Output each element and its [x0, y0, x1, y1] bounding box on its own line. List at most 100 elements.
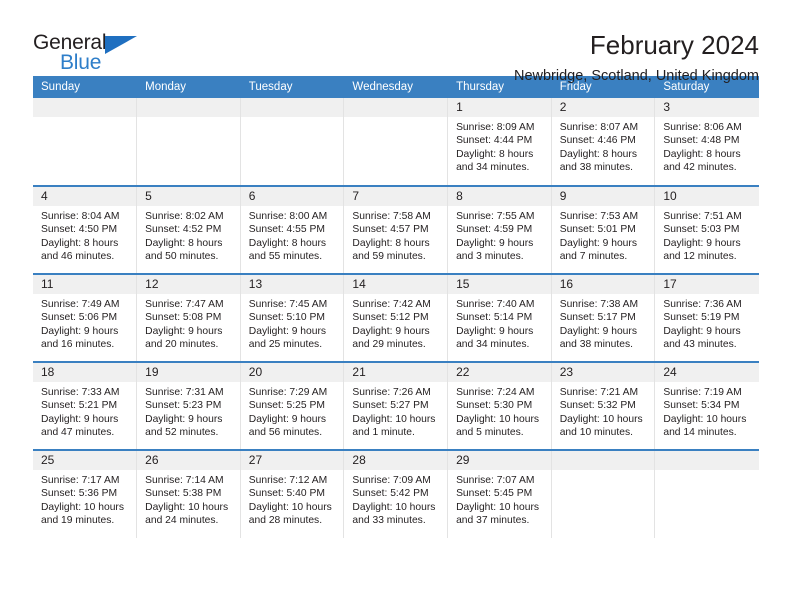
weekday-header-wednesday: Wednesday: [343, 76, 449, 98]
day-cell-content: [33, 98, 137, 185]
calendar-day-cell[interactable]: 20 Sunrise: 7:29 AM Sunset: 5:25 PM Dayligh…: [240, 361, 345, 450]
day-number: 2: [551, 98, 655, 117]
sunrise-time: Sunrise: 7:38 AM: [559, 299, 639, 310]
calendar-day-cell[interactable]: 24 Sunrise: 7:19 AM Sunset: 5:34 PM Dayligh…: [654, 361, 759, 450]
calendar-day-cell[interactable]: 9 Sunrise: 7:53 AM Sunset: 5:01 PM Daylight…: [551, 185, 656, 274]
day-cell-content: 2 Sunrise: 8:07 AM Sunset: 4:46 PM Daylight…: [551, 98, 655, 185]
calendar-week-row: 4 Sunrise: 8:04 AM Sunset: 4:50 PM Daylight…: [33, 185, 759, 274]
sunset-time: Sunset: 5:08 PM: [145, 312, 222, 324]
calendar-day-cell[interactable]: 15 Sunrise: 7:40 AM Sunset: 5:14 PM Dayligh…: [447, 273, 552, 362]
day-number: 28: [344, 451, 448, 470]
day-number: 1: [448, 98, 551, 117]
calendar-day-cell[interactable]: 14 Sunrise: 7:42 AM Sunset: 5:12 PM Dayligh…: [343, 273, 449, 362]
calendar-day-cell[interactable]: 12 Sunrise: 7:47 AM Sunset: 5:08 PM Dayligh…: [136, 273, 241, 362]
calendar-day-cell[interactable]: 2 Sunrise: 8:07 AM Sunset: 4:46 PM Daylight…: [551, 98, 656, 186]
sunset-time: Sunset: 5:32 PM: [559, 400, 636, 412]
daylight-info: Sunrise: 8:04 AM Sunset: 4:50 PM Daylight:…: [33, 206, 136, 264]
calendar-week-row: 1 Sunrise: 8:09 AM Sunset: 4:44 PM Daylight…: [33, 98, 759, 186]
daylight-duration-line2: and 38 minutes.: [559, 339, 633, 351]
daylight-duration-line1: Daylight: 9 hours: [145, 413, 223, 425]
daylight-duration-line1: Daylight: 9 hours: [41, 325, 119, 337]
daylight-info: Sunrise: 7:19 AM Sunset: 5:34 PM Daylight:…: [655, 382, 758, 440]
general-blue-logo[interactable]: General Blue: [33, 30, 145, 76]
calendar-day-cell[interactable]: 11 Sunrise: 7:49 AM Sunset: 5:06 PM Dayligh…: [33, 273, 138, 362]
daylight-info: Sunrise: 7:53 AM Sunset: 5:01 PM Daylight:…: [552, 206, 655, 264]
day-cell-content: 15 Sunrise: 7:40 AM Sunset: 5:14 PM Dayligh…: [448, 275, 551, 361]
location-subtitle: Newbridge, Scotland, United Kingdom: [513, 68, 759, 84]
daylight-duration-line1: Daylight: 9 hours: [559, 237, 637, 249]
calendar-day-cell[interactable]: 16 Sunrise: 7:38 AM Sunset: 5:17 PM Dayligh…: [551, 273, 656, 362]
day-cell-content: 3 Sunrise: 8:06 AM Sunset: 4:48 PM Daylight…: [655, 98, 759, 185]
day-cell-content: 8 Sunrise: 7:55 AM Sunset: 4:59 PM Daylight…: [448, 187, 551, 273]
calendar-cell-empty: [654, 449, 759, 538]
daylight-info: Sunrise: 7:12 AM Sunset: 5:40 PM Daylight:…: [241, 470, 344, 528]
daylight-info: Sunrise: 8:09 AM Sunset: 4:44 PM Daylight:…: [448, 117, 551, 175]
calendar-week-row: 25 Sunrise: 7:17 AM Sunset: 5:36 PM Dayligh…: [33, 449, 759, 538]
day-number: 21: [344, 363, 448, 382]
calendar-day-cell[interactable]: 8 Sunrise: 7:55 AM Sunset: 4:59 PM Daylight…: [447, 185, 552, 274]
sunrise-time: Sunrise: 7:31 AM: [145, 387, 224, 398]
calendar-day-cell[interactable]: 23 Sunrise: 7:21 AM Sunset: 5:32 PM Dayligh…: [551, 361, 656, 450]
calendar-day-cell[interactable]: 21 Sunrise: 7:26 AM Sunset: 5:27 PM Dayligh…: [343, 361, 449, 450]
calendar-cell-empty: [33, 98, 138, 186]
sunrise-time: Sunrise: 8:04 AM: [41, 211, 120, 222]
sunrise-time: Sunrise: 7:58 AM: [352, 211, 431, 222]
day-number: 4: [33, 187, 137, 206]
daylight-info: Sunrise: 7:07 AM Sunset: 5:45 PM Daylight:…: [448, 470, 551, 528]
daylight-info: Sunrise: 7:55 AM Sunset: 4:59 PM Daylight:…: [448, 206, 551, 264]
daylight-info: Sunrise: 7:47 AM Sunset: 5:08 PM Daylight:…: [137, 294, 240, 352]
daylight-duration-line2: and 42 minutes.: [663, 162, 737, 174]
daylight-duration-line2: and 38 minutes.: [559, 162, 633, 174]
day-cell-content: 24 Sunrise: 7:19 AM Sunset: 5:34 PM Dayligh…: [655, 363, 759, 449]
calendar-day-cell[interactable]: 13 Sunrise: 7:45 AM Sunset: 5:10 PM Dayligh…: [240, 273, 345, 362]
sunrise-time: Sunrise: 8:09 AM: [456, 122, 535, 133]
day-cell-content: 5 Sunrise: 8:02 AM Sunset: 4:52 PM Daylight…: [137, 187, 240, 273]
sunrise-time: Sunrise: 8:06 AM: [663, 122, 742, 133]
daylight-info: Sunrise: 8:07 AM Sunset: 4:46 PM Daylight:…: [552, 117, 655, 175]
calendar-day-cell[interactable]: 7 Sunrise: 7:58 AM Sunset: 4:57 PM Daylight…: [343, 185, 449, 274]
calendar-day-cell[interactable]: 1 Sunrise: 8:09 AM Sunset: 4:44 PM Daylight…: [447, 98, 552, 186]
calendar-day-cell[interactable]: 3 Sunrise: 8:06 AM Sunset: 4:48 PM Daylight…: [654, 98, 759, 186]
day-cell-content: 1 Sunrise: 8:09 AM Sunset: 4:44 PM Daylight…: [448, 98, 551, 185]
sunset-time: Sunset: 4:52 PM: [145, 224, 222, 236]
sunset-time: Sunset: 4:46 PM: [559, 135, 636, 147]
daylight-duration-line2: and 5 minutes.: [456, 427, 524, 439]
calendar-day-cell[interactable]: 22 Sunrise: 7:24 AM Sunset: 5:30 PM Dayligh…: [447, 361, 552, 450]
daylight-duration-line1: Daylight: 9 hours: [456, 325, 534, 337]
day-number: [655, 451, 759, 470]
daylight-duration-line2: and 10 minutes.: [559, 427, 633, 439]
calendar-day-cell[interactable]: 4 Sunrise: 8:04 AM Sunset: 4:50 PM Daylight…: [33, 185, 138, 274]
calendar-day-cell[interactable]: 29 Sunrise: 7:07 AM Sunset: 5:45 PM Dayligh…: [447, 449, 552, 538]
sunset-time: Sunset: 5:34 PM: [663, 400, 740, 412]
calendar-day-cell[interactable]: 17 Sunrise: 7:36 AM Sunset: 5:19 PM Dayligh…: [654, 273, 759, 362]
calendar-day-cell[interactable]: 25 Sunrise: 7:17 AM Sunset: 5:36 PM Dayligh…: [33, 449, 138, 538]
daylight-info: Sunrise: 8:06 AM Sunset: 4:48 PM Daylight:…: [655, 117, 758, 175]
daylight-duration-line2: and 37 minutes.: [456, 515, 530, 527]
calendar-cell-empty: [136, 98, 241, 186]
calendar-day-cell[interactable]: 6 Sunrise: 8:00 AM Sunset: 4:55 PM Daylight…: [240, 185, 345, 274]
sunset-time: Sunset: 5:30 PM: [456, 400, 533, 412]
daylight-duration-line1: Daylight: 10 hours: [456, 501, 540, 513]
calendar-day-cell[interactable]: 28 Sunrise: 7:09 AM Sunset: 5:42 PM Dayligh…: [343, 449, 449, 538]
calendar-day-cell[interactable]: 19 Sunrise: 7:31 AM Sunset: 5:23 PM Dayligh…: [136, 361, 241, 450]
sunrise-time: Sunrise: 7:14 AM: [145, 475, 224, 486]
calendar-week-row: 11 Sunrise: 7:49 AM Sunset: 5:06 PM Dayligh…: [33, 273, 759, 362]
sunset-time: Sunset: 5:23 PM: [145, 400, 222, 412]
sunset-time: Sunset: 5:42 PM: [352, 488, 429, 500]
logo-text-general: General: [33, 31, 107, 54]
day-cell-content: 10 Sunrise: 7:51 AM Sunset: 5:03 PM Dayligh…: [655, 187, 759, 273]
calendar-day-cell[interactable]: 5 Sunrise: 8:02 AM Sunset: 4:52 PM Daylight…: [136, 185, 241, 274]
calendar-day-cell[interactable]: 27 Sunrise: 7:12 AM Sunset: 5:40 PM Dayligh…: [240, 449, 345, 538]
sunset-time: Sunset: 5:25 PM: [248, 400, 325, 412]
day-cell-content: [551, 451, 655, 538]
sunrise-time: Sunrise: 7:51 AM: [663, 211, 742, 222]
day-number: 6: [240, 187, 344, 206]
sunset-time: Sunset: 4:57 PM: [352, 224, 429, 236]
calendar-day-cell[interactable]: 26 Sunrise: 7:14 AM Sunset: 5:38 PM Dayligh…: [136, 449, 241, 538]
calendar-day-cell[interactable]: 18 Sunrise: 7:33 AM Sunset: 5:21 PM Dayligh…: [33, 361, 138, 450]
day-cell-content: 19 Sunrise: 7:31 AM Sunset: 5:23 PM Dayligh…: [137, 363, 240, 449]
calendar-day-cell[interactable]: 10 Sunrise: 7:51 AM Sunset: 5:03 PM Dayligh…: [654, 185, 759, 274]
daylight-duration-line1: Daylight: 10 hours: [145, 501, 229, 513]
triangle-icon: [105, 36, 137, 54]
day-number: 11: [33, 275, 137, 294]
